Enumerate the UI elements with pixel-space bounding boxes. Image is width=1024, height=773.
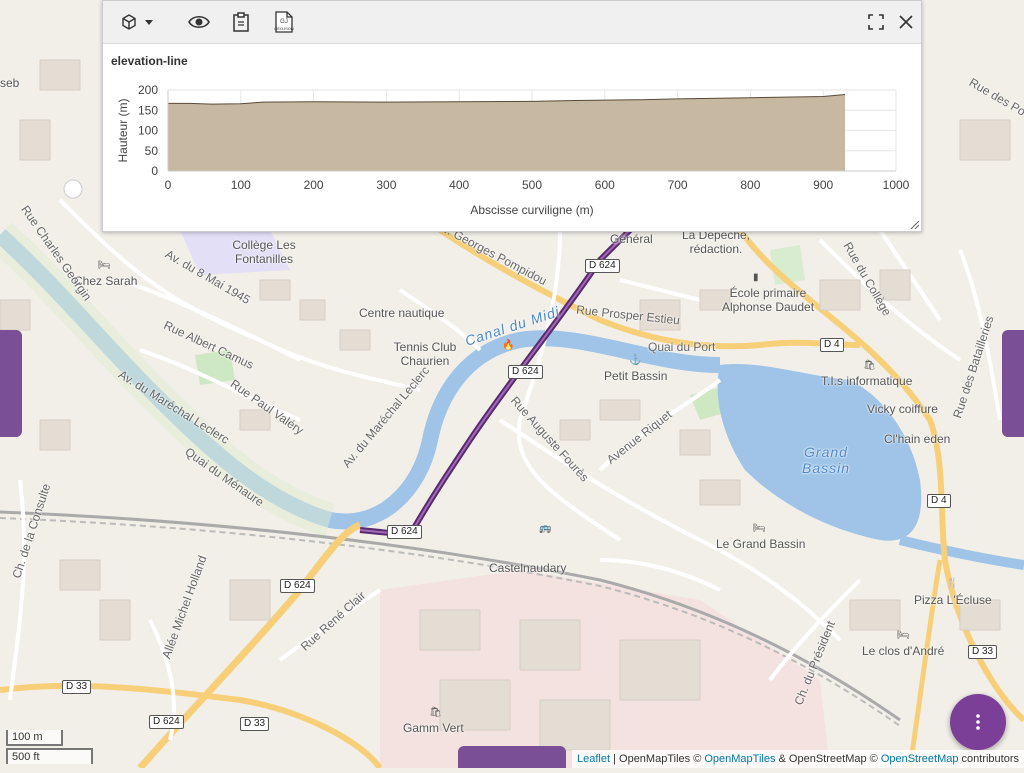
copy-clipboard-button[interactable] (229, 10, 253, 34)
road-shield-d624: D 624 (508, 365, 543, 379)
y-tick-label: 50 (145, 144, 159, 158)
eye-icon (188, 15, 210, 29)
elevation-chart-area: elevation-line 0 50 100 150 200 0 100 200 300 400… (103, 44, 921, 231)
road-shield-d624: D 624 (280, 579, 315, 593)
bus-icon: 🚌 (539, 523, 552, 534)
lodging-icon: 🛏 (897, 630, 910, 641)
map-label-tennis: Tennis Club Chaurien (393, 340, 457, 368)
export-geojson-button[interactable]: GJ GEOJSON (272, 10, 296, 34)
x-tick-label: 900 (813, 178, 833, 192)
map-label-general: Général (610, 232, 653, 246)
attribution-text: | OpenMapTiles © (610, 753, 705, 765)
school-icon: ▮ (753, 272, 759, 283)
x-tick-label: 700 (668, 178, 688, 192)
x-tick-label: 300 (376, 178, 396, 192)
map-label-clos: Le clos d'André (862, 644, 945, 658)
map-label-college: Collège Les Fontanilles (232, 238, 296, 266)
geojson-label: GEOJSON (274, 26, 294, 31)
road-shield-d33: D 33 (240, 717, 270, 731)
road-shield-d624: D 624 (387, 525, 422, 539)
elevation-area (168, 94, 846, 171)
map-label-pizza: Pizza L'Écluse (914, 593, 992, 607)
map-label-centre-nautique: Centre nautique (359, 306, 445, 320)
lodging-icon: 🛏 (753, 523, 766, 534)
x-tick-label: 500 (522, 178, 542, 192)
map-label-petit-bassin: Petit Bassin (604, 369, 668, 383)
map-label-seb: seb (0, 76, 20, 90)
x-tick-label: 100 (231, 178, 251, 192)
x-tick-label: 800 (740, 178, 760, 192)
y-tick-label: 150 (138, 103, 158, 117)
x-axis-label: Abscisse curviligne (m) (470, 203, 593, 217)
road-shield-d4: D 4 (927, 494, 951, 508)
map-label-depeche: La Depeche, rédaction. (681, 228, 751, 256)
map-attribution: Leaflet | OpenMapTiles © OpenMapTiles & … (572, 750, 1024, 768)
openstreetmap-link[interactable]: OpenStreetMap (881, 753, 959, 765)
x-tick-label: 1000 (883, 178, 910, 192)
close-panel-button[interactable] (894, 10, 918, 34)
map-label-clhain: Cl'hain eden (884, 432, 951, 446)
anchor-icon: ⚓ (629, 355, 642, 366)
resize-handle-icon[interactable] (911, 221, 919, 229)
road-shield-d4: D 4 (820, 338, 844, 352)
cube-icon (122, 14, 136, 30)
elevation-chart[interactable]: 0 50 100 150 200 0 100 200 300 400 500 600 700 800 900… (103, 44, 921, 230)
road-shield-d33: D 33 (62, 680, 92, 694)
map-label-grand-bassin: Grand Bassin (801, 444, 851, 476)
leaflet-link[interactable]: Leaflet (577, 753, 610, 765)
x-tick-label: 0 (165, 178, 172, 192)
svg-text:GJ: GJ (280, 19, 288, 25)
y-tick-label: 0 (151, 164, 158, 178)
right-drawer-tab[interactable] (1002, 330, 1024, 437)
elevation-panel: GJ GEOJSON elevation-line 0 50 100 150 200 0 1… (102, 0, 922, 232)
fire-icon: 🔥 (502, 340, 515, 351)
x-tick-label: 600 (595, 178, 615, 192)
road-shield-d33: D 33 (968, 645, 998, 659)
fullscreen-button[interactable] (864, 10, 888, 34)
map-label-castelnaudary: Castelnaudary (489, 561, 567, 575)
restaurant-icon: 🍴 (946, 578, 959, 589)
geojson-file-icon: GJ GEOJSON (274, 11, 294, 33)
lodging-icon: 🛏 (98, 260, 111, 271)
attribution-text: & OpenStreetMap © (775, 753, 881, 765)
x-tick-label: 200 (304, 178, 324, 192)
layer-dropdown-button[interactable] (141, 10, 157, 34)
shop-icon: 🛍 (429, 707, 442, 718)
left-drawer-tab[interactable] (0, 330, 22, 437)
map-label-vicky: Vicky coiffure (867, 402, 938, 416)
y-axis-label: Hauteur (m) (116, 98, 130, 162)
dropdown-caret-icon (145, 20, 153, 25)
road-shield-d624: D 624 (149, 715, 184, 729)
y-tick-label: 200 (138, 83, 158, 97)
scale-bar: 100 m 500 ft (6, 730, 93, 764)
bottom-drawer-tab[interactable] (458, 746, 566, 768)
close-icon (899, 15, 913, 29)
map-label-gamm-vert: Gamm Vert (403, 721, 464, 735)
openmaptiles-link[interactable]: OpenMapTiles (704, 753, 775, 765)
map-label-ecole: École primaire Alphonse Daudet (721, 286, 815, 314)
scale-imperial: 500 ft (6, 748, 93, 764)
more-options-button[interactable] (950, 694, 1006, 750)
fullscreen-icon (868, 14, 884, 30)
scale-metric: 100 m (6, 730, 63, 746)
more-vertical-icon (976, 714, 980, 730)
map-label-tis: T.I.s informatique (821, 374, 913, 388)
road-shield-d624: D 624 (585, 259, 620, 273)
toggle-visibility-button[interactable] (187, 10, 211, 34)
map-label-quai-du-port: Quai du Port (648, 340, 716, 354)
y-tick-label: 100 (138, 124, 158, 138)
shop-icon: 🛍 (863, 360, 876, 371)
panel-toolbar: GJ GEOJSON (103, 1, 921, 44)
cube-button[interactable] (117, 10, 141, 34)
attribution-text: contributors (958, 753, 1019, 765)
x-tick-label: 400 (449, 178, 469, 192)
clipboard-icon (233, 12, 249, 32)
map-label-le-grand-bassin: Le Grand Bassin (716, 537, 806, 551)
